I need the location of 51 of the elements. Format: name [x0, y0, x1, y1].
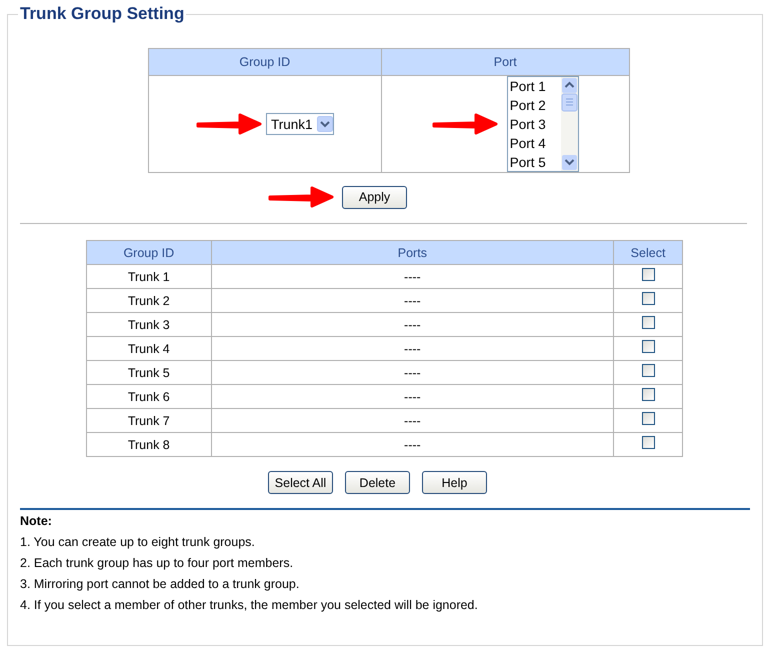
pointer-arrow: [196, 112, 262, 136]
action-button[interactable]: Help: [422, 471, 487, 494]
port-option[interactable]: Port 4: [510, 134, 561, 153]
apply-button[interactable]: Apply: [342, 186, 407, 208]
table-cell: ----: [211, 312, 614, 336]
table-cell: Trunk 7: [86, 408, 212, 432]
select-checkbox[interactable]: [642, 268, 655, 281]
table-cell: ----: [211, 336, 614, 360]
column-header: Group ID: [148, 48, 382, 76]
port-option[interactable]: Port 1: [510, 77, 561, 96]
note-title: Note:: [20, 514, 53, 528]
select-checkbox[interactable]: [642, 292, 655, 305]
select-checkbox[interactable]: [642, 340, 655, 353]
pointer-arrow: [432, 112, 498, 136]
table-cell: ----: [211, 264, 614, 288]
note-text: 1. You can create up to eight trunk groups.: [20, 535, 256, 549]
select-checkbox[interactable]: [642, 364, 655, 377]
note-text: 2. Each trunk group has up to four port members.: [20, 556, 294, 570]
table-cell: Trunk 4: [86, 336, 212, 360]
table-cell: Trunk 6: [86, 384, 212, 408]
table-cell: ----: [211, 384, 614, 408]
table-cell: Trunk 2: [86, 288, 212, 312]
table-cell: ----: [211, 432, 614, 456]
pointer-arrow: [268, 185, 334, 209]
port-option[interactable]: Port 5: [510, 153, 561, 172]
caret-icon: [316, 116, 333, 132]
port-option[interactable]: Port 2: [510, 96, 561, 115]
table-cell: ----: [211, 408, 614, 432]
table-cell: Trunk 3: [86, 312, 212, 336]
scrollbar[interactable]: [560, 77, 578, 171]
group-select[interactable]: Trunk1: [266, 113, 334, 135]
action-button[interactable]: Select All: [268, 471, 333, 494]
column-header: Port: [381, 48, 630, 76]
port-option[interactable]: Port 3: [510, 115, 561, 134]
select-checkbox[interactable]: [642, 388, 655, 401]
note-text: 4. If you select a member of other trunks, the member you selected will be ignored.: [20, 598, 479, 612]
table-cell: Trunk 5: [86, 360, 212, 384]
select-checkbox[interactable]: [642, 316, 655, 329]
note-text: 3. Mirroring port cannot be added to a trunk group.: [20, 577, 300, 591]
section-title: Trunk Group Setting: [19, 4, 186, 24]
column-header: Group ID: [86, 240, 212, 264]
column-header: Select: [614, 240, 682, 264]
table-cell: Trunk 1: [86, 264, 212, 288]
column-header: Ports: [211, 240, 614, 264]
action-button[interactable]: Delete: [345, 471, 410, 494]
table-cell: ----: [211, 360, 614, 384]
table-cell: ----: [211, 288, 614, 312]
select-checkbox[interactable]: [642, 412, 655, 425]
select-checkbox[interactable]: [642, 436, 655, 449]
port-listbox[interactable]: Port 1 Port 2 Port 3 Port 4 Port 5: [506, 76, 579, 172]
table-cell: Trunk 8: [86, 432, 212, 456]
